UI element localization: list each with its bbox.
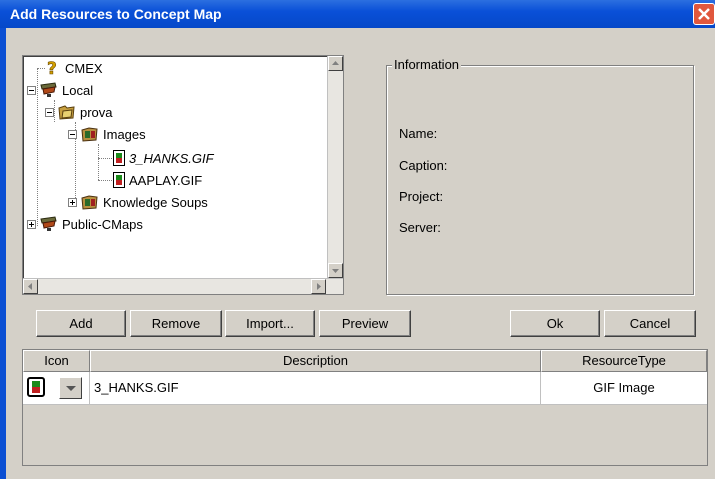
name-label: Name:	[399, 126, 438, 141]
tree-item-public-cmaps[interactable]: Public-CMaps	[27, 214, 143, 234]
svg-text:?: ?	[47, 59, 57, 77]
tree-item-label: Public-CMaps	[62, 216, 143, 232]
server-icon	[40, 82, 57, 97]
tree-item-label: Local	[62, 82, 94, 98]
add-button[interactable]: Add	[36, 310, 126, 337]
expand-icon[interactable]	[68, 197, 77, 207]
remove-button[interactable]: Remove	[130, 310, 222, 337]
window-frame	[0, 28, 6, 479]
close-button[interactable]	[693, 3, 715, 25]
tree-item-prova[interactable]: prova	[45, 102, 113, 122]
cancel-button[interactable]: Cancel	[604, 310, 696, 337]
close-icon	[698, 8, 710, 20]
folder-images-icon	[81, 195, 98, 210]
icon-cell[interactable]	[23, 372, 90, 404]
information-panel	[386, 65, 694, 295]
expand-icon[interactable]	[27, 219, 36, 229]
server-icon	[40, 216, 57, 231]
gif-file-icon	[27, 377, 45, 397]
scroll-left-button[interactable]	[23, 279, 38, 294]
resource-table[interactable]: Icon Description ResourceType 3_HANKS.GI…	[22, 349, 708, 466]
tree-item-label: CMEX	[65, 60, 103, 76]
column-header-icon[interactable]: Icon	[23, 350, 90, 372]
resource-type-cell[interactable]: GIF Image	[541, 372, 707, 404]
tree-item-label: prova	[80, 104, 113, 120]
column-header-description[interactable]: Description	[90, 350, 541, 372]
server-label: Server:	[399, 220, 441, 235]
tree-connector	[98, 144, 99, 180]
question-mark-icon: ?	[47, 59, 57, 77]
folder-images-icon	[81, 127, 98, 142]
icon-dropdown-button[interactable]	[59, 377, 82, 399]
tree-item-local[interactable]: Local	[27, 80, 93, 100]
tree-item-label: 3_HANKS.GIF	[129, 150, 214, 166]
caption-label: Caption:	[399, 158, 448, 173]
arrow-left-icon	[28, 283, 32, 290]
tree-horizontal-scrollbar[interactable]	[23, 278, 343, 294]
window-title: Add Resources to Concept Map	[10, 6, 222, 22]
tree-item-images[interactable]: Images	[68, 124, 146, 144]
gif-file-icon	[113, 172, 125, 188]
collapse-icon[interactable]	[68, 129, 77, 139]
tree-item-label: AAPLAY.GIF	[129, 172, 203, 188]
arrow-up-icon	[332, 61, 339, 65]
collapse-icon[interactable]	[45, 107, 54, 117]
tree-connector	[98, 180, 112, 181]
column-header-resource-type[interactable]: ResourceType	[541, 350, 707, 372]
arrow-down-icon	[332, 269, 339, 273]
collapse-icon[interactable]	[27, 85, 36, 95]
scroll-right-button[interactable]	[311, 279, 326, 294]
tree-item-label: Images	[103, 126, 146, 142]
tree-item-aaplay-gif[interactable]: AAPLAY.GIF	[113, 170, 202, 190]
table-row[interactable]: 3_HANKS.GIF GIF Image	[23, 372, 707, 405]
tree-connector	[98, 158, 112, 159]
preview-button[interactable]: Preview	[319, 310, 411, 337]
scroll-up-button[interactable]	[328, 56, 343, 71]
resource-tree[interactable]: ? CMEX Local prova Images 3_HANKS.GIF AA…	[22, 55, 344, 295]
project-label: Project:	[399, 189, 444, 204]
gif-file-icon	[113, 150, 125, 166]
ok-button[interactable]: Ok	[510, 310, 600, 337]
tree-vertical-scrollbar[interactable]	[327, 56, 343, 278]
scroll-down-button[interactable]	[328, 263, 343, 278]
tree-item-label: Knowledge Soups	[103, 194, 208, 210]
tree-item-3-hanks-gif[interactable]: 3_HANKS.GIF	[113, 148, 214, 168]
tree-item-cmex[interactable]: ? CMEX	[45, 58, 103, 78]
information-legend: Information	[392, 57, 462, 72]
folder-icon	[58, 105, 75, 120]
title-bar[interactable]: Add Resources to Concept Map	[0, 0, 715, 28]
tree-connector	[37, 68, 45, 69]
arrow-right-icon	[317, 283, 321, 290]
tree-item-knowledge-soups[interactable]: Knowledge Soups	[68, 192, 208, 212]
description-cell[interactable]: 3_HANKS.GIF	[90, 372, 541, 404]
import-button[interactable]: Import...	[225, 310, 315, 337]
